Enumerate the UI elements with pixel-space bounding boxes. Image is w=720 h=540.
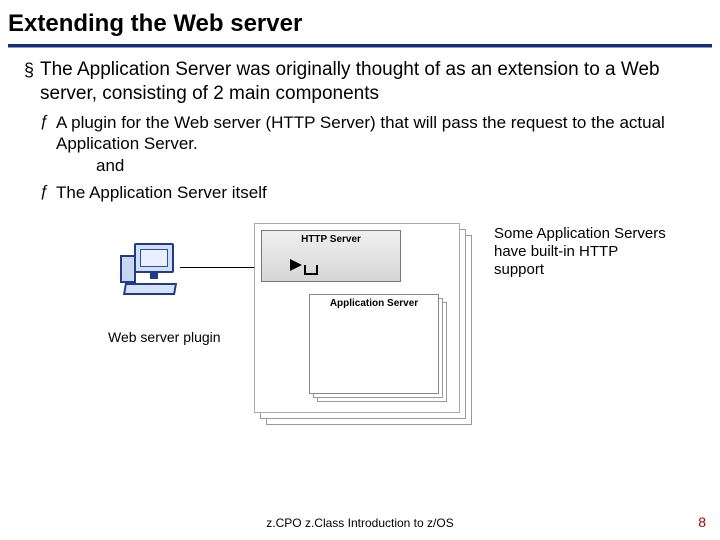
plugin-caption: Web server plugin	[108, 329, 221, 345]
bullet-main: The Application Server was originally th…	[24, 58, 708, 106]
bullet-sub1: A plugin for the Web server (HTTP Server…	[24, 112, 708, 155]
content-area: The Application Server was originally th…	[0, 58, 720, 421]
app-server-label: Application Server	[330, 298, 418, 309]
side-note: Some Application Servers have built-in H…	[494, 225, 670, 279]
app-server-box: Application Server	[309, 294, 439, 394]
page-title: Extending the Web server	[0, 0, 720, 42]
bullet-sub2: The Application Server itself	[24, 182, 708, 203]
title-rule	[8, 44, 712, 48]
connection-line	[180, 267, 260, 268]
server-stack-box: HTTP Server Application Server	[254, 223, 460, 413]
page-number: 8	[698, 514, 706, 530]
bullet-conj: and	[24, 156, 708, 176]
footer-text: z.CPO z.Class Introduction to z/OS	[0, 516, 720, 530]
http-server-label: HTTP Server	[301, 234, 361, 245]
client-pc-icon	[120, 243, 180, 297]
http-server-box: HTTP Server	[261, 230, 401, 282]
plugin-arrow-icon	[288, 257, 308, 277]
diagram: HTTP Server Application Server Web serve…	[24, 211, 708, 421]
